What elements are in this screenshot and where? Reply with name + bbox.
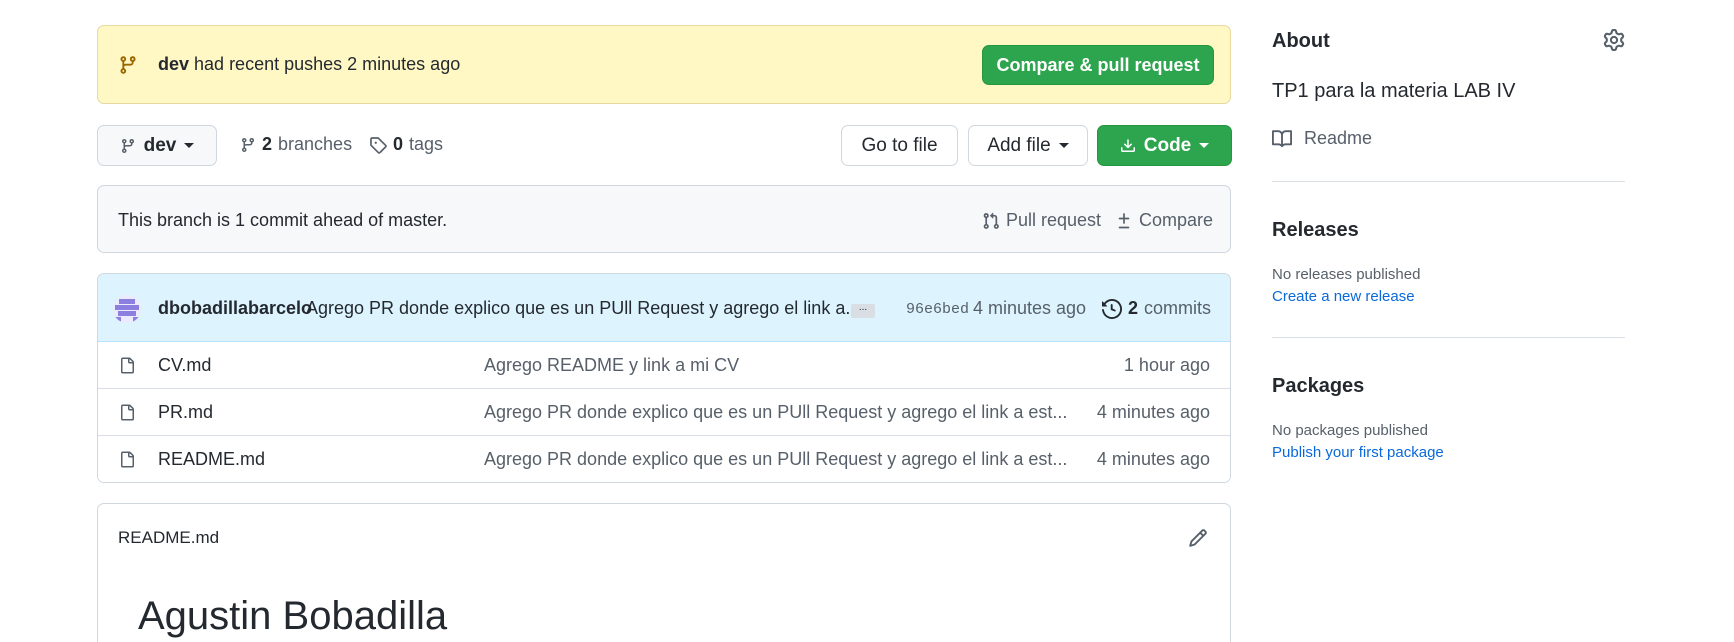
file-age: 4 minutes ago xyxy=(1096,402,1210,422)
branches-label: branches xyxy=(278,134,353,154)
book-icon xyxy=(1272,129,1292,147)
divider xyxy=(1272,337,1625,338)
publish-package-link[interactable]: Publish your first package xyxy=(1272,444,1444,461)
history-icon xyxy=(1102,298,1122,319)
latest-commit-row: dbobadillabarcelo Agrego PR donde explic… xyxy=(98,274,1230,342)
git-branch-icon xyxy=(120,56,136,74)
file-name[interactable]: README.md xyxy=(158,449,265,470)
create-release-link[interactable]: Create a new release xyxy=(1272,288,1415,305)
push-branch-link[interactable]: dev xyxy=(158,54,189,74)
readme-link-label: Readme xyxy=(1304,128,1373,148)
tags-link[interactable]: 0 tags xyxy=(369,134,443,155)
push-message: dev had recent pushes 2 minutes ago xyxy=(158,54,460,75)
file-icon xyxy=(121,357,134,374)
gear-icon[interactable] xyxy=(1603,29,1625,51)
readme-heading: Agustin Bobadilla xyxy=(138,594,448,638)
readme-panel: README.md Agustin Bobadilla xyxy=(97,503,1231,642)
packages-empty-text: No packages published xyxy=(1272,422,1428,439)
avatar[interactable] xyxy=(113,295,141,323)
code-label: Code xyxy=(1143,134,1192,156)
file-commit-message[interactable]: Agrego PR donde explico que es un PUll R… xyxy=(484,402,1067,423)
file-age: 4 minutes ago xyxy=(1096,449,1210,469)
branch-select-label: dev xyxy=(143,134,177,156)
table-row[interactable]: CV.md Agrego README y link a mi CV 1 hou… xyxy=(98,342,1230,389)
commits-count: 2 xyxy=(1128,298,1139,318)
pull-request-icon xyxy=(983,212,999,229)
file-table: dbobadillabarcelo Agrego PR donde explic… xyxy=(97,273,1231,483)
pencil-icon[interactable] xyxy=(1188,528,1208,548)
chevron-down-icon xyxy=(184,143,195,148)
commit-author[interactable]: dbobadillabarcelo xyxy=(158,298,312,319)
add-file-label: Add file xyxy=(987,134,1051,156)
file-icon xyxy=(121,404,134,421)
download-icon xyxy=(1120,138,1135,152)
commit-time: 4 minutes ago xyxy=(973,298,1087,318)
branch-select-button[interactable]: dev xyxy=(97,125,217,166)
readme-link[interactable]: Readme xyxy=(1272,128,1372,149)
file-name[interactable]: PR.md xyxy=(158,402,213,423)
tags-label: tags xyxy=(409,134,444,154)
pull-request-label: Pull request xyxy=(1006,210,1102,230)
git-branch-icon xyxy=(241,137,254,152)
file-commit-message[interactable]: Agrego PR donde explico que es un PUll R… xyxy=(484,449,1067,470)
chevron-down-icon xyxy=(1058,143,1069,148)
add-file-button[interactable]: Add file xyxy=(968,125,1088,166)
file-icon xyxy=(121,451,134,468)
table-row[interactable]: README.md Agrego PR donde explico que es… xyxy=(98,436,1230,482)
push-message-text: had recent pushes 2 minutes ago xyxy=(189,54,461,74)
branches-link[interactable]: 2 branches xyxy=(240,134,352,155)
repo-description: TP1 para la materia LAB IV xyxy=(1272,80,1516,102)
commits-label: commits xyxy=(1144,298,1212,318)
push-banner: dev had recent pushes 2 minutes ago Comp… xyxy=(97,25,1231,104)
git-branch-icon xyxy=(121,138,134,153)
commits-link[interactable]: 2 commits xyxy=(1102,298,1211,319)
file-commit-message[interactable]: Agrego README y link a mi CV xyxy=(484,355,739,376)
commit-sha[interactable]: 96e6bed xyxy=(906,301,969,318)
go-to-file-button[interactable]: Go to file xyxy=(841,125,958,166)
branch-ahead-bar: This branch is 1 commit ahead of master.… xyxy=(97,185,1231,253)
branch-ahead-text: This branch is 1 commit ahead of master. xyxy=(118,210,448,230)
file-name[interactable]: CV.md xyxy=(158,355,211,376)
compare-label: Compare xyxy=(1139,210,1214,230)
tag-icon xyxy=(370,136,387,154)
commit-message[interactable]: Agrego PR donde explico que es un PUll R… xyxy=(306,298,860,319)
releases-title[interactable]: Releases xyxy=(1272,219,1359,242)
compare-pull-request-button[interactable]: Compare & pull request xyxy=(982,45,1214,85)
releases-empty-text: No releases published xyxy=(1272,266,1421,283)
table-row[interactable]: PR.md Agrego PR donde explico que es un … xyxy=(98,389,1230,436)
diff-icon xyxy=(1118,212,1130,228)
go-to-file-label: Go to file xyxy=(861,134,938,156)
pull-request-link[interactable]: Pull request xyxy=(982,210,1101,231)
packages-title[interactable]: Packages xyxy=(1272,375,1364,398)
expand-commit-button[interactable]: ... xyxy=(851,303,875,318)
chevron-down-icon xyxy=(1199,143,1210,148)
about-title: About xyxy=(1272,30,1330,52)
compare-link[interactable]: Compare xyxy=(1115,210,1213,231)
file-age: 1 hour ago xyxy=(1123,355,1210,375)
code-button[interactable]: Code xyxy=(1097,125,1232,166)
readme-title[interactable]: README.md xyxy=(118,528,219,548)
tags-count: 0 xyxy=(393,134,404,154)
divider xyxy=(1272,181,1625,182)
branches-count: 2 xyxy=(262,134,273,154)
